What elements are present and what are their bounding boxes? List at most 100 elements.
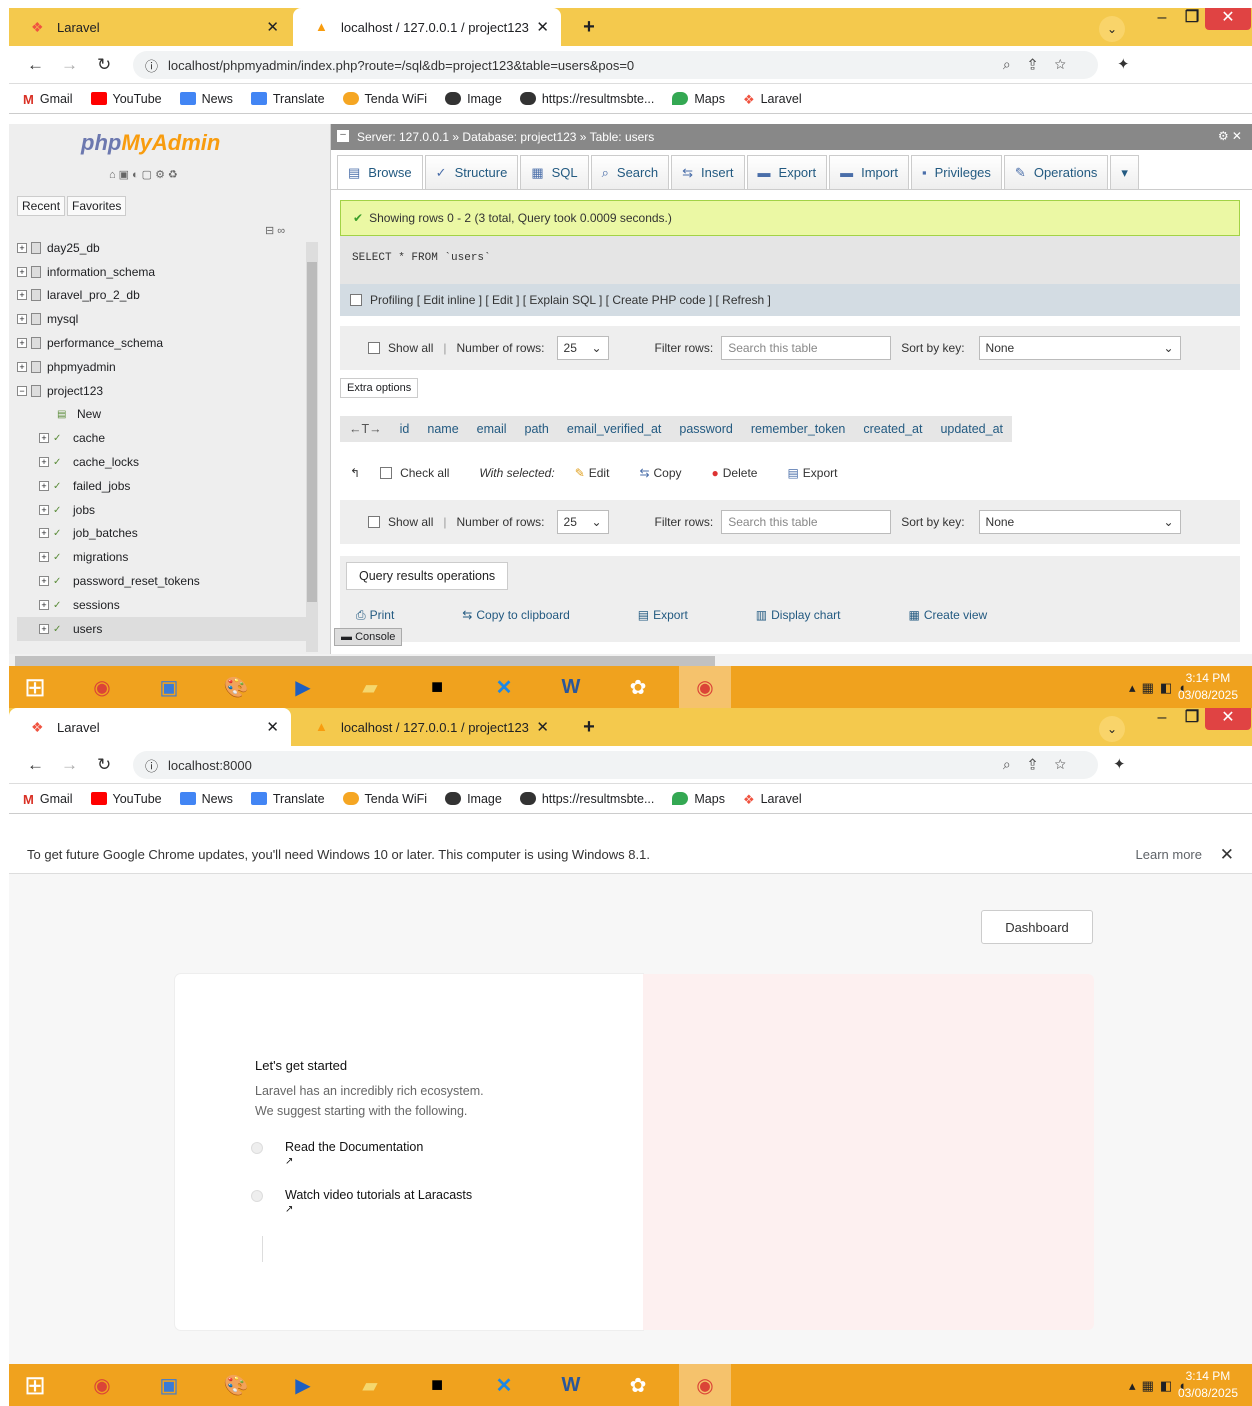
bookmark-translate[interactable]: Translate <box>250 92 325 106</box>
tree-item[interactable]: + ✓ users <box>17 616 309 641</box>
tree-item[interactable]: + ✓ job_batches <box>17 522 309 546</box>
tree-item[interactable]: + ✓ jobs <box>17 498 309 522</box>
column-header[interactable]: email <box>477 422 507 436</box>
tree-item[interactable]: + ✓ cache_locks <box>17 450 309 474</box>
expand-icon[interactable]: + <box>17 361 27 372</box>
chrome-active-icon[interactable]: ◉ <box>679 1364 731 1406</box>
tree-item[interactable]: ▤ New <box>17 403 309 427</box>
edit-action[interactable]: Edit <box>589 466 610 480</box>
qro-link[interactable]: ▥ Display chart <box>756 608 875 623</box>
nav-scrollbar[interactable] <box>306 242 318 652</box>
close-window-button[interactable]: ✕ <box>1205 8 1251 30</box>
close-tab-icon[interactable]: ✕ <box>536 718 549 736</box>
breadcrumb-text[interactable]: Server: 127.0.0.1 » Database: project123… <box>357 130 654 144</box>
num-rows-select[interactable]: 25 ⌄ <box>556 336 609 360</box>
expand-icon[interactable]: + <box>39 576 49 587</box>
expand-icon[interactable]: + <box>39 457 49 468</box>
close-window-button[interactable]: ✕ <box>1205 708 1251 730</box>
tab-browse[interactable]: ▤ Browse <box>337 155 423 189</box>
bookmark-youtube[interactable]: YouTube <box>90 92 162 106</box>
bookmark-tenda[interactable]: Tenda WiFi <box>342 92 427 106</box>
filter-input[interactable]: Search this table <box>721 510 892 534</box>
tree-item[interactable]: + ✓ migrations <box>17 545 309 569</box>
tab-search-button[interactable]: ⌄ <box>1099 16 1125 42</box>
sort-select[interactable]: None ⌄ <box>978 510 1181 534</box>
tree-item[interactable]: + ✓ failed_jobs <box>17 474 309 498</box>
start-icon[interactable]: ⊞ <box>9 1364 61 1406</box>
nav-scroll-thumb[interactable] <box>307 262 317 602</box>
bookmark-gmail[interactable]: M Gmail <box>23 792 73 808</box>
show-all-checkbox[interactable] <box>368 516 380 528</box>
settings-icon[interactable]: ⚙ ✕ <box>1218 129 1242 143</box>
forward-icon[interactable]: → <box>61 55 78 75</box>
dashboard-button[interactable]: Dashboard <box>981 910 1093 944</box>
copy-action[interactable]: Copy <box>654 466 682 480</box>
column-header[interactable]: remember_token <box>751 422 846 436</box>
column-header[interactable]: path <box>525 422 549 436</box>
bookmark-news[interactable]: News <box>179 92 233 106</box>
bookmark-maps[interactable]: Maps <box>672 92 725 106</box>
bookmark-laravel[interactable]: ❖ Laravel <box>743 792 802 808</box>
tab-laravel[interactable]: ❖ Laravel ✕ <box>9 8 291 46</box>
expand-icon[interactable]: + <box>39 433 49 444</box>
check-all-label[interactable]: Check all <box>400 466 449 480</box>
back-icon[interactable]: ← <box>27 755 44 775</box>
expand-icon[interactable]: + <box>17 338 27 349</box>
bookmark-youtube[interactable]: YouTube <box>90 792 162 806</box>
reload-icon[interactable]: ↻ <box>97 755 111 775</box>
minimize-button[interactable]: – <box>1147 8 1177 30</box>
new-tab-button[interactable]: + <box>576 716 602 740</box>
word-icon[interactable]: W <box>545 1364 597 1406</box>
home-tools-icons[interactable]: ⌂▣◐▢⚙♻ <box>109 168 181 181</box>
extension-icon[interactable]: ✦ <box>1117 55 1130 73</box>
expand-icon[interactable]: + <box>39 599 49 610</box>
tab-export[interactable]: ▬ Export <box>746 155 828 189</box>
tab-search[interactable]: ⌕ Search <box>590 155 670 189</box>
tab-phpmyadmin[interactable]: ▲ localhost / 127.0.0.1 / project123 ✕ <box>293 708 561 746</box>
export-action[interactable]: Export <box>803 466 838 480</box>
vscode-icon[interactable]: ✕ <box>478 666 530 708</box>
forward-icon[interactable]: → <box>61 755 78 775</box>
recent-tab[interactable]: Recent <box>17 196 66 216</box>
phpmyadmin-logo[interactable]: phpMyAdmin <box>81 130 220 156</box>
control-panel-icon[interactable]: ▣ <box>143 1364 195 1406</box>
tab-insert[interactable]: ⇆ Insert <box>671 155 745 189</box>
url-bar[interactable]: ⓘ localhost/phpmyadmin/index.php?route=/… <box>133 51 1098 79</box>
minimize-button[interactable]: – <box>1147 708 1177 730</box>
xampp-icon[interactable]: ✿ <box>612 666 664 708</box>
tree-item[interactable]: + laravel_pro_2_db <box>17 284 309 308</box>
close-icon[interactable]: ✕ <box>1220 845 1234 865</box>
expand-icon[interactable]: + <box>17 242 27 253</box>
media-player-icon[interactable]: ▶ <box>277 666 329 708</box>
terminal-icon[interactable]: ■ <box>411 1364 463 1406</box>
expand-icon[interactable]: + <box>39 528 49 539</box>
back-icon[interactable]: ← <box>27 55 44 75</box>
bookmark-news[interactable]: News <box>179 792 233 806</box>
paint-icon[interactable]: 🎨 <box>210 666 262 708</box>
reload-icon[interactable]: ↻ <box>97 55 111 75</box>
info-icon[interactable]: ⓘ <box>145 756 158 775</box>
column-header[interactable]: created_at <box>863 422 922 436</box>
close-tab-icon[interactable]: ✕ <box>536 18 549 36</box>
expand-icon[interactable]: + <box>17 314 27 325</box>
tab-search-button[interactable]: ⌄ <box>1099 716 1125 742</box>
media-player-icon[interactable]: ▶ <box>277 1364 329 1406</box>
omnibox-actions[interactable]: ⌕⇪☆ <box>1003 56 1084 73</box>
tab-privileges[interactable]: ▪ Privileges <box>910 155 1002 189</box>
tab-structure[interactable]: ✓ Structure <box>424 155 519 189</box>
tree-item[interactable]: + phpmyadmin <box>17 355 309 379</box>
favorites-tab[interactable]: Favorites <box>67 196 127 216</box>
vscode-icon[interactable]: ✕ <box>478 1364 530 1406</box>
column-header[interactable]: id <box>400 422 410 436</box>
tree-item[interactable]: + ✓ sessions <box>17 593 309 617</box>
profiling-checkbox[interactable] <box>350 294 362 306</box>
expand-icon[interactable]: + <box>39 504 49 515</box>
tab-sql[interactable]: ▦ SQL <box>520 155 589 189</box>
tree-item[interactable]: + day25_db <box>17 236 309 260</box>
bookmark-maps[interactable]: Maps <box>672 792 725 806</box>
file-explorer-icon[interactable]: ▰ <box>344 1364 396 1406</box>
num-rows-select[interactable]: 25 ⌄ <box>556 510 609 534</box>
check-all-checkbox[interactable] <box>380 467 393 479</box>
maximize-button[interactable]: ❐ <box>1177 708 1207 730</box>
column-header[interactable]: name <box>427 422 458 436</box>
